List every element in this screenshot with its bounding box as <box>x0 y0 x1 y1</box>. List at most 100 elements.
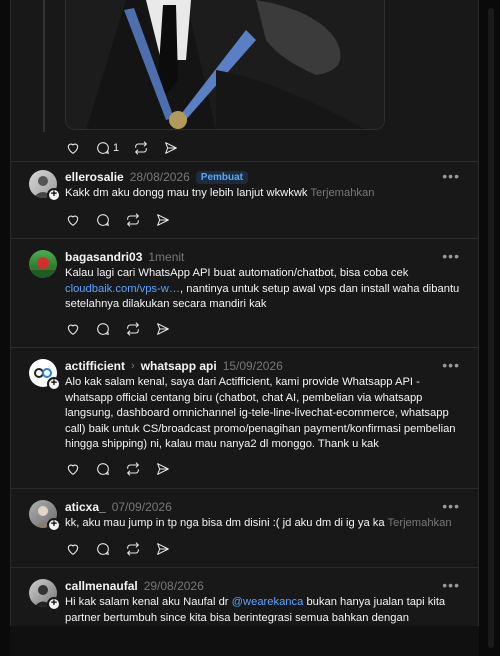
send-icon <box>157 543 169 555</box>
reply-count: 1 <box>113 142 120 154</box>
repost-button[interactable] <box>125 321 141 337</box>
like-button[interactable] <box>65 140 81 156</box>
repost-icon <box>135 141 147 155</box>
username[interactable]: aticxa_ <box>65 500 106 514</box>
more-icon[interactable]: ••• <box>442 499 460 513</box>
follow-plus-icon[interactable]: + <box>47 188 61 202</box>
like-button[interactable] <box>65 541 81 557</box>
username[interactable]: callmenaufal <box>65 579 138 593</box>
like-button[interactable] <box>65 321 81 337</box>
like-button[interactable] <box>65 461 81 477</box>
username[interactable]: actifficient <box>65 359 125 373</box>
comment-body: Alo kak salam kenal, saya dari Actiffici… <box>65 376 456 450</box>
comment-body: Hi kak salam kenal aku Naufal dr <box>65 596 232 608</box>
medal-photo <box>66 0 384 129</box>
comment-icon <box>97 323 109 335</box>
reply-button[interactable]: 1 <box>95 140 119 156</box>
heart-icon <box>67 544 79 555</box>
comment-link[interactable]: cloudbaik.com/vps-w… <box>65 283 180 295</box>
comment-header: aticxa_ 07/09/2026 <box>65 500 172 514</box>
reply-button[interactable] <box>95 212 111 228</box>
reply-button[interactable] <box>95 321 111 337</box>
comment-body: kk, aku mau jump in tp nga bisa dm disin… <box>65 517 385 529</box>
comment-body: Kalau lagi cari WhatsApp API buat automa… <box>65 267 409 279</box>
heart-icon <box>67 324 79 335</box>
more-icon[interactable]: ••• <box>442 249 460 263</box>
repost-icon <box>127 322 139 336</box>
post-media-image[interactable] <box>65 0 385 130</box>
reply-button[interactable] <box>95 541 111 557</box>
avatar[interactable]: + <box>29 500 61 532</box>
comment-text: kk, aku mau jump in tp nga bisa dm disin… <box>65 516 467 532</box>
comment-text: Kalau lagi cari WhatsApp API buat automa… <box>65 266 467 313</box>
comment-icon <box>97 214 109 226</box>
divider <box>11 347 478 348</box>
follow-plus-icon[interactable]: + <box>47 518 61 532</box>
send-icon <box>157 323 169 335</box>
share-button[interactable] <box>155 212 171 228</box>
username[interactable]: ellerosalie <box>65 170 124 184</box>
heart-icon <box>67 215 79 226</box>
username[interactable]: bagasandri03 <box>65 250 142 264</box>
repost-icon <box>127 542 139 556</box>
comment-actions <box>65 319 171 339</box>
avatar[interactable]: + <box>29 170 61 202</box>
mention-link[interactable]: @wearekanca <box>232 596 304 608</box>
share-button[interactable] <box>155 461 171 477</box>
repost-button[interactable] <box>125 461 141 477</box>
thread-line <box>43 0 45 132</box>
divider <box>11 238 478 239</box>
comment-actions <box>65 539 171 559</box>
follow-plus-icon[interactable]: + <box>47 377 61 391</box>
comment-body: Kakk dm aku dongg mau tny lebih lanjut w… <box>65 187 308 199</box>
scrollbar[interactable] <box>488 8 494 648</box>
repost-icon <box>127 462 139 476</box>
comment-header: bagasandri03 1menit <box>65 250 184 264</box>
repost-button[interactable] <box>125 212 141 228</box>
comment-icon <box>97 142 109 154</box>
comment-actions <box>65 459 171 479</box>
comment-header: callmenaufal 29/08/2026 <box>65 579 204 593</box>
avatar[interactable]: + <box>29 579 61 611</box>
send-icon <box>165 142 177 154</box>
timestamp: 28/08/2026 <box>129 170 190 184</box>
heart-icon <box>67 464 79 475</box>
translate-link[interactable]: Terjemahkan <box>310 187 374 199</box>
divider <box>11 161 478 162</box>
timestamp: 29/08/2026 <box>143 579 204 593</box>
comment-text: Hi kak salam kenal aku Naufal dr @wearek… <box>65 595 467 626</box>
more-icon[interactable]: ••• <box>442 578 460 592</box>
send-icon <box>157 463 169 475</box>
comment-text: Kakk dm aku dongg mau tny lebih lanjut w… <box>65 186 467 202</box>
timestamp: 15/09/2026 <box>222 359 283 373</box>
timestamp: 1menit <box>148 250 185 264</box>
comment-header: actifficient › whatsapp api 15/09/2026 <box>65 359 283 373</box>
avatar[interactable] <box>29 250 57 278</box>
post-actions: 1 <box>65 138 179 158</box>
author-badge: Pembuat <box>195 170 249 184</box>
avatar[interactable]: + <box>29 359 61 391</box>
timestamp: 07/09/2026 <box>111 500 172 514</box>
comment-header: ellerosalie 28/08/2026 Pembuat <box>65 170 249 184</box>
bottom-overlay <box>10 626 479 656</box>
repost-icon <box>127 213 139 227</box>
divider <box>11 567 478 568</box>
share-button[interactable] <box>155 321 171 337</box>
like-button[interactable] <box>65 212 81 228</box>
share-button[interactable] <box>163 140 179 156</box>
comment-text: Alo kak salam kenal, saya dari Actiffici… <box>65 375 467 453</box>
more-icon[interactable]: ••• <box>442 169 460 183</box>
share-button[interactable] <box>155 541 171 557</box>
topic-tag[interactable]: whatsapp api <box>141 359 217 373</box>
divider <box>11 488 478 489</box>
translate-link[interactable]: Terjemahkan <box>388 517 452 529</box>
thread-panel: 1 + ellerosalie 28/08/2026 Pembuat ••• K… <box>10 0 479 656</box>
heart-icon <box>67 143 79 154</box>
reply-button[interactable] <box>95 461 111 477</box>
more-icon[interactable]: ••• <box>442 358 460 372</box>
send-icon <box>157 214 169 226</box>
repost-button[interactable] <box>133 140 149 156</box>
follow-plus-icon[interactable]: + <box>47 597 61 611</box>
comment-actions <box>65 210 171 230</box>
repost-button[interactable] <box>125 541 141 557</box>
